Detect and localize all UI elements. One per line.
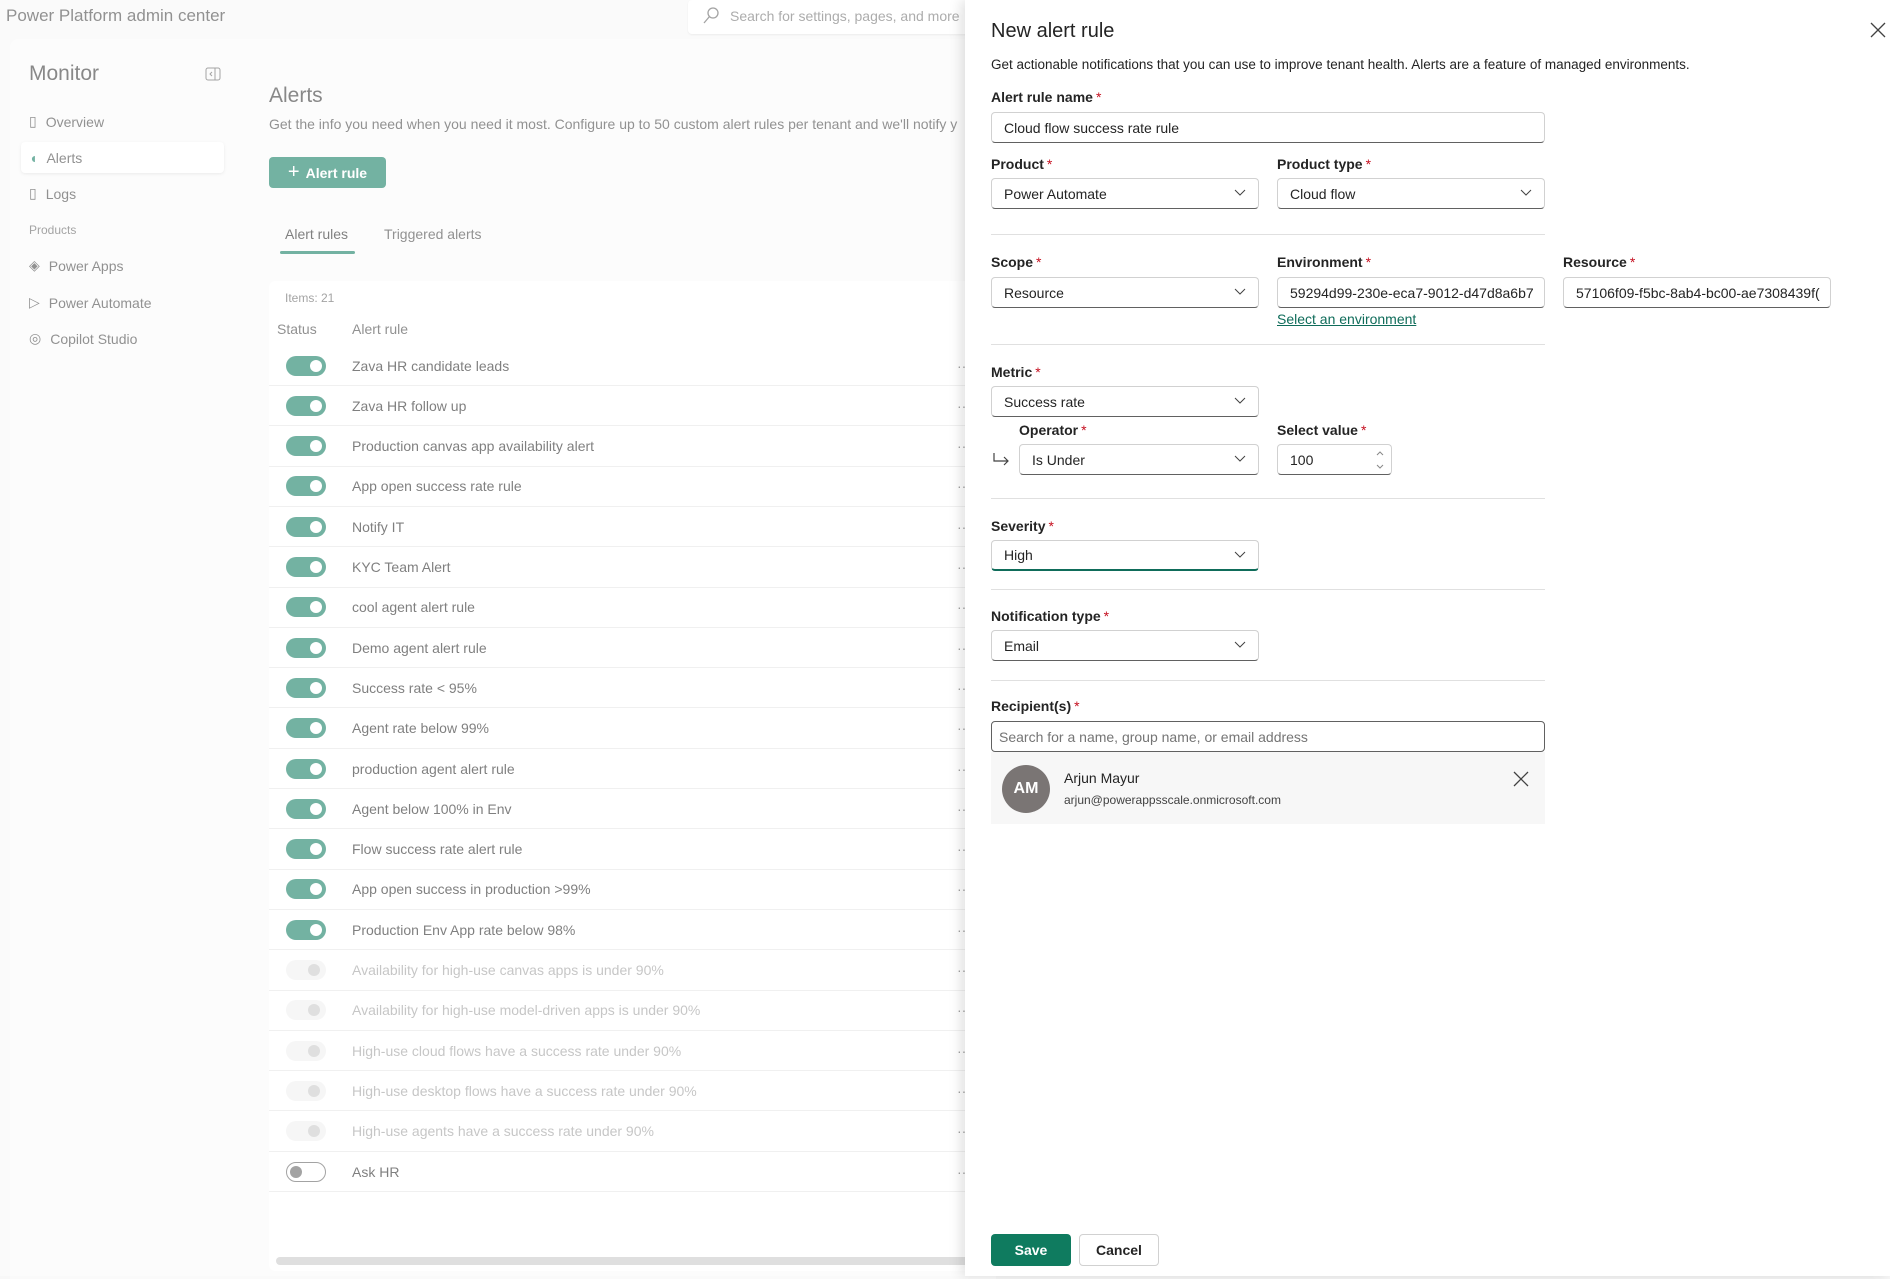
recipient-card	[991, 752, 1545, 824]
product-type-dropdown[interactable]: Cloud flow	[1277, 178, 1545, 209]
product-type-label: Product type*	[1277, 156, 1371, 172]
chevron-down-icon	[1234, 454, 1246, 464]
select-value-label: Select value*	[1277, 422, 1366, 438]
scope-label: Scope*	[991, 254, 1041, 270]
severity-dropdown[interactable]: High	[991, 540, 1259, 571]
remove-recipient-icon[interactable]	[1512, 770, 1530, 788]
recipient-email: arjun@powerappsscale.onmicrosoft.com	[1064, 793, 1281, 807]
operator-label: Operator*	[1019, 422, 1087, 438]
avatar: AM	[1002, 765, 1050, 813]
sub-item-arrow-icon	[991, 451, 1011, 467]
modal-backdrop[interactable]	[0, 0, 965, 1276]
spin-up-down-icon[interactable]	[1375, 449, 1385, 471]
severity-label: Severity*	[991, 518, 1054, 534]
environment-input[interactable]: 59294d99-230e-eca7-9012-d47d8a6b7	[1277, 277, 1545, 308]
rule-name-label: Alert rule name*	[991, 89, 1101, 105]
divider	[991, 344, 1545, 345]
recipients-search-input[interactable]	[991, 721, 1545, 752]
divider	[991, 234, 1545, 235]
resource-input[interactable]: 57106f09-f5bc-8ab4-bc00-ae7308439f(	[1563, 277, 1831, 308]
chevron-down-icon	[1234, 640, 1246, 650]
operator-dropdown[interactable]: Is Under	[1019, 444, 1259, 475]
divider	[991, 498, 1545, 499]
chevron-down-icon	[1234, 396, 1246, 406]
product-label: Product*	[991, 156, 1052, 172]
scope-dropdown[interactable]: Resource	[991, 277, 1259, 308]
divider	[991, 680, 1545, 681]
notification-type-dropdown[interactable]: Email	[991, 630, 1259, 661]
value-spinbutton[interactable]: 100	[1277, 444, 1392, 475]
rule-name-input[interactable]: Cloud flow success rate rule	[991, 112, 1545, 143]
environment-label: Environment*	[1277, 254, 1371, 270]
chevron-down-icon	[1520, 188, 1532, 198]
panel-description: Get actionable notifications that you ca…	[991, 57, 1690, 72]
panel-title: New alert rule	[991, 20, 1114, 43]
product-dropdown[interactable]: Power Automate	[991, 178, 1259, 209]
notification-type-label: Notification type*	[991, 608, 1109, 624]
select-environment-link[interactable]: Select an environment	[1277, 311, 1416, 327]
resource-label: Resource*	[1563, 254, 1635, 270]
recipients-label: Recipient(s)*	[991, 698, 1080, 714]
close-icon[interactable]	[1868, 20, 1888, 40]
metric-dropdown[interactable]: Success rate	[991, 386, 1259, 417]
recipient-name: Arjun Mayur	[1064, 770, 1139, 786]
chevron-down-icon	[1234, 550, 1246, 560]
save-button[interactable]: Save	[991, 1234, 1071, 1266]
chevron-down-icon	[1234, 188, 1246, 198]
divider	[991, 589, 1545, 590]
cancel-button[interactable]: Cancel	[1079, 1234, 1159, 1266]
metric-label: Metric*	[991, 364, 1041, 380]
chevron-down-icon	[1234, 287, 1246, 297]
